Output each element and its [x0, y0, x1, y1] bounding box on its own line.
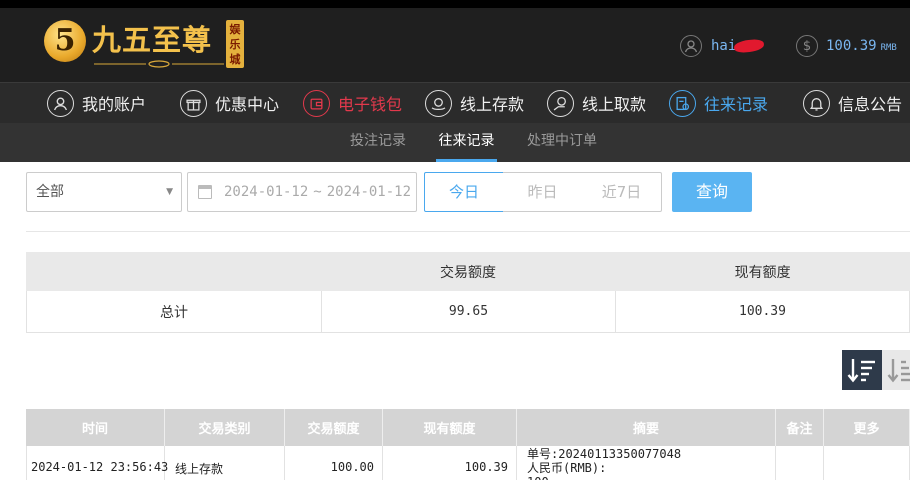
main-nav: 我的账户 优惠中心 电子钱包 线上存款 线上取款 往来记录 信息公告	[0, 82, 910, 123]
logo-badge: 5	[44, 20, 86, 62]
sort-asc-button[interactable]	[882, 350, 910, 390]
date-range-input[interactable]: 2024-01-12 ~ 2024-01-12	[187, 172, 417, 212]
username: hai	[711, 38, 737, 54]
col-amount: 交易额度	[285, 409, 383, 446]
bell-icon	[803, 89, 830, 117]
records-icon	[669, 89, 696, 117]
row-current: 100.39	[383, 446, 517, 480]
logo-text: 九五至尊	[92, 23, 213, 57]
wallet-icon	[303, 89, 330, 117]
summary-header-cell: 现有额度	[734, 264, 791, 281]
header: 5 九五至尊 娱乐城 hai $ 100.39 RMB	[0, 8, 910, 82]
nav-item-my-account[interactable]: 我的账户	[47, 83, 146, 123]
summary-current-amount: 100.39	[614, 291, 909, 332]
nav-label: 往来记录	[704, 95, 769, 114]
summary-trade-amount: 99.65	[320, 291, 615, 332]
user-icon	[680, 35, 702, 57]
sort-asc-icon	[887, 359, 910, 383]
summary-header: 交易额度 现有额度	[26, 252, 910, 291]
top-strip	[0, 0, 910, 8]
logo-tag: 娱乐城	[226, 20, 244, 68]
nav-label: 电子钱包	[338, 95, 403, 114]
deposit-icon	[425, 89, 452, 117]
nav-item-promotions[interactable]: 优惠中心	[180, 83, 279, 123]
table-row[interactable]: 2024-01-12 23:56:43 线上存款 100.00 100.39 单…	[26, 446, 910, 480]
nav-item-withdraw[interactable]: 线上取款	[547, 83, 646, 123]
nav-item-wallet[interactable]: 电子钱包	[303, 83, 402, 123]
logo-ornament	[94, 60, 224, 68]
nav-label: 我的账户	[82, 95, 147, 114]
summary-total-label: 总计	[159, 304, 188, 321]
redaction-mark	[733, 38, 765, 54]
tab-bet-records[interactable]: 投注记录	[343, 123, 413, 162]
tab-pending-orders[interactable]: 处理中订单	[522, 123, 602, 162]
col-more: 更多	[824, 409, 910, 446]
gift-icon	[180, 89, 207, 117]
date-start: 2024-01-12	[224, 184, 309, 200]
summary-header-cell	[26, 252, 321, 291]
date-separator: ~	[313, 184, 322, 200]
col-current: 现有额度	[383, 409, 517, 446]
row-time: 2024-01-12 23:56:43	[26, 446, 168, 480]
col-note: 备注	[776, 409, 824, 446]
balance-value: 100.39	[826, 38, 877, 54]
range-yesterday-button[interactable]: 昨日	[503, 172, 583, 212]
date-end: 2024-01-12	[326, 184, 412, 200]
sub-nav: 投注记录 往来记录 处理中订单	[0, 123, 910, 162]
balance-info: $ 100.39 RMB	[796, 35, 897, 57]
range-today-button[interactable]: 今日	[424, 172, 504, 212]
col-type: 交易类别	[165, 409, 285, 446]
row-type: 线上存款	[165, 446, 285, 480]
balance-unit: RMB	[880, 43, 897, 53]
summary-currency: 人民币(RMB):	[527, 461, 607, 475]
user-icon	[47, 89, 74, 117]
row-note	[776, 446, 824, 480]
sort-desc-button[interactable]	[842, 350, 882, 390]
summary-order-no: 单号:20240113350077048	[527, 447, 682, 461]
type-select[interactable]: 全部 ▼	[26, 172, 182, 212]
withdraw-icon	[547, 89, 574, 117]
range-7days-button[interactable]: 近7日	[582, 172, 662, 212]
nav-label: 信息公告	[838, 95, 903, 114]
sort-desc-icon	[847, 359, 875, 383]
row-amount: 100.00	[285, 446, 383, 480]
nav-label: 线上存款	[460, 95, 525, 114]
row-summary: 单号:20240113350077048 人民币(RMB): 100	[517, 446, 776, 480]
dollar-icon: $	[796, 35, 818, 57]
records-header: 时间 交易类别 交易额度 现有额度 摘要 备注 更多	[26, 409, 910, 446]
nav-item-records[interactable]: 往来记录	[669, 83, 768, 123]
summary-header-cell: 交易额度	[440, 264, 496, 281]
summary-table: 交易额度 现有额度 总计 99.65 100.39	[26, 252, 910, 333]
col-summary: 摘要	[517, 409, 776, 446]
summary-value: 100	[527, 475, 775, 480]
site-logo[interactable]: 5 九五至尊 娱乐城	[44, 20, 249, 72]
nav-label: 优惠中心	[215, 95, 280, 114]
user-info[interactable]: hai	[680, 35, 765, 57]
calendar-icon	[198, 185, 212, 199]
tab-transaction-records[interactable]: 往来记录	[436, 123, 497, 162]
records-table: 时间 交易类别 交易额度 现有额度 摘要 备注 更多 2024-01-12 23…	[26, 409, 910, 480]
nav-label: 线上取款	[582, 95, 647, 114]
divider	[26, 231, 910, 232]
col-time: 时间	[26, 409, 165, 446]
nav-item-announcements[interactable]: 信息公告	[803, 83, 902, 123]
row-more[interactable]	[824, 446, 910, 480]
caret-down-icon: ▼	[166, 187, 173, 197]
nav-item-deposit[interactable]: 线上存款	[425, 83, 524, 123]
summary-row: 总计 99.65 100.39	[26, 291, 910, 333]
type-select-value: 全部	[36, 184, 64, 200]
query-button[interactable]: 查询	[672, 172, 752, 212]
